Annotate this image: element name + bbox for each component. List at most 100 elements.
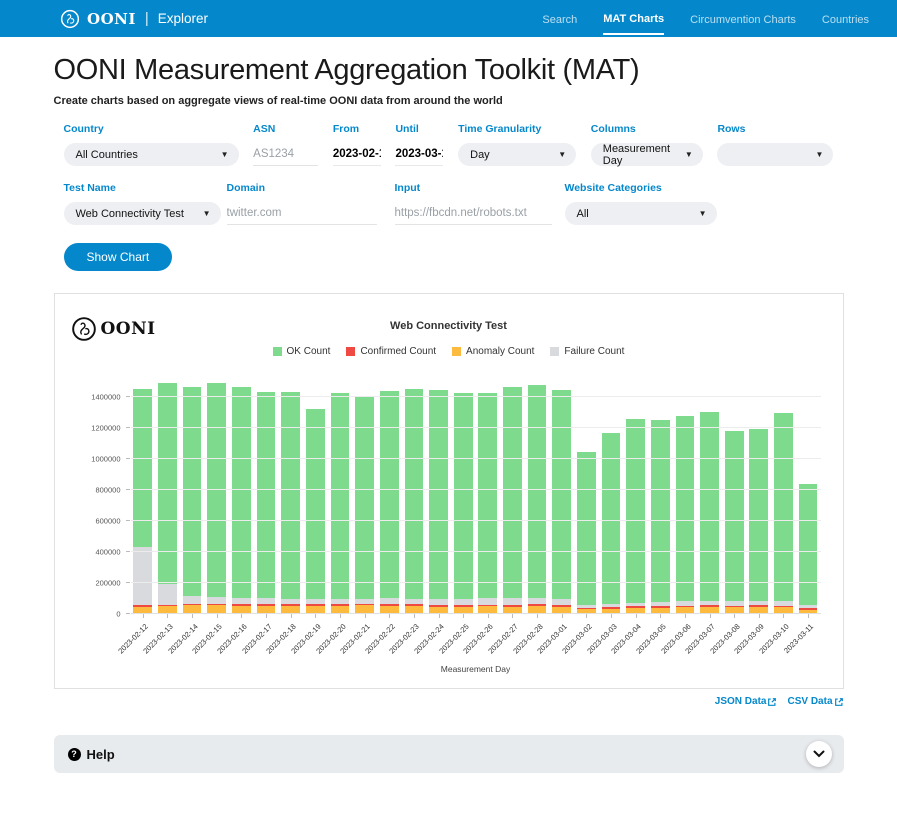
domain-input[interactable] [227, 202, 377, 225]
bar-slot: 2023-03-02 [574, 452, 599, 614]
chart-ooni-logo: OONI [71, 316, 156, 342]
stacked-bar[interactable] [405, 389, 424, 614]
bar-segment [626, 419, 645, 603]
stacked-bar[interactable] [602, 433, 621, 614]
stacked-bar[interactable] [676, 416, 695, 614]
bar-segment [306, 409, 325, 599]
stacked-bar[interactable] [700, 412, 719, 614]
plot-area: 2023-02-122023-02-132023-02-142023-02-15… [131, 381, 821, 678]
bar-segment [331, 393, 350, 598]
legend-item[interactable]: Failure Count [550, 346, 624, 357]
country-select[interactable]: All Countries ▼ [64, 143, 239, 166]
form-row-2: Test Name Web Connectivity Test ▼ Domain… [64, 182, 834, 225]
stacked-bar[interactable] [651, 420, 670, 614]
stacked-bar[interactable] [626, 419, 645, 614]
ooni-logo-icon [71, 316, 97, 342]
question-mark-icon: ? [68, 748, 81, 761]
x-tick-mark [710, 614, 711, 618]
bars-row: 2023-02-122023-02-132023-02-142023-02-15… [131, 381, 821, 614]
csv-data-link[interactable]: CSV Data [787, 696, 843, 707]
chevron-down-icon [813, 750, 825, 758]
columns-select[interactable]: Measurement Day ▼ [591, 143, 703, 166]
help-expand-button[interactable] [806, 741, 832, 767]
test-name-select[interactable]: Web Connectivity Test ▼ [64, 202, 221, 225]
bar-slot: 2023-02-19 [303, 409, 328, 614]
nav-item-circumvention-charts[interactable]: Circumvention Charts [690, 4, 796, 34]
stacked-bar[interactable] [207, 383, 226, 614]
show-chart-button[interactable]: Show Chart [64, 243, 173, 271]
stacked-bar[interactable] [799, 484, 818, 614]
bar-segment [257, 392, 276, 598]
json-data-link[interactable]: JSON Data [715, 696, 778, 707]
stacked-bar[interactable] [577, 452, 596, 614]
bar-segment [799, 484, 818, 605]
bar-segment [478, 393, 497, 598]
bar-segment [133, 389, 152, 547]
ooni-logo-icon [60, 9, 80, 29]
website-categories-label: Website Categories [565, 182, 717, 194]
legend-swatch-icon [346, 347, 355, 356]
chevron-down-icon: ▼ [685, 150, 693, 159]
form-row-1: Country All Countries ▼ ASN From Until T… [64, 123, 834, 166]
stacked-bar[interactable] [158, 383, 177, 614]
legend-item[interactable]: Anomaly Count [452, 346, 534, 357]
nav-item-mat-charts[interactable]: MAT Charts [603, 3, 664, 35]
bar-segment [281, 392, 300, 599]
x-tick-mark [414, 614, 415, 618]
brand[interactable]: OONI | Explorer [60, 9, 208, 29]
x-tick-mark [266, 614, 267, 618]
main-content: OONI Measurement Aggregation Toolkit (MA… [54, 54, 844, 773]
input-url-input[interactable] [395, 202, 552, 225]
y-tick-mark [126, 582, 130, 583]
bar-segment [725, 431, 744, 602]
stacked-bar[interactable] [281, 392, 300, 614]
stacked-bar[interactable] [380, 391, 399, 614]
stacked-bar[interactable] [232, 387, 251, 614]
bar-segment [183, 596, 202, 603]
time-granularity-select[interactable]: Day ▼ [458, 143, 576, 166]
until-date-input[interactable] [395, 143, 443, 166]
stacked-bar[interactable] [257, 392, 276, 614]
bar-segment [700, 412, 719, 600]
legend-label: Confirmed Count [360, 346, 436, 357]
brand-name: OONI [87, 10, 136, 28]
bar-segment [207, 383, 226, 597]
stacked-bar[interactable] [183, 387, 202, 614]
stacked-bar[interactable] [133, 389, 152, 614]
chevron-down-icon: ▼ [699, 209, 707, 218]
x-tick-mark [783, 614, 784, 618]
bar-segment [503, 387, 522, 598]
bar-segment [232, 598, 251, 605]
stacked-bar[interactable] [429, 390, 448, 614]
x-tick-mark [340, 614, 341, 618]
gridline [131, 551, 821, 552]
website-categories-select[interactable]: All ▼ [565, 202, 717, 225]
from-date-input[interactable] [333, 143, 381, 166]
bar-segment [405, 389, 424, 598]
x-tick-mark [611, 614, 612, 618]
stacked-bar[interactable] [306, 409, 325, 614]
legend-item[interactable]: Confirmed Count [346, 346, 436, 357]
stacked-bar[interactable] [528, 385, 547, 614]
nav-item-countries[interactable]: Countries [822, 4, 869, 34]
asn-input[interactable] [253, 143, 318, 166]
chart-legend: OK Count Confirmed Count Anomaly Count Fail… [69, 346, 829, 357]
rows-select[interactable]: ▼ [717, 143, 833, 166]
input-field: Input [395, 182, 552, 225]
x-tick-mark [241, 614, 242, 618]
json-data-label: JSON Data [715, 696, 767, 707]
bar-slot: 2023-03-01 [549, 390, 574, 614]
bar-slot: 2023-02-18 [278, 392, 303, 614]
y-tick-label: 1200000 [73, 423, 121, 432]
gridline [131, 613, 821, 614]
y-tick-mark [126, 551, 130, 552]
stacked-bar[interactable] [503, 387, 522, 614]
page-title: OONI Measurement Aggregation Toolkit (MA… [54, 54, 844, 87]
help-accordion[interactable]: ? Help [54, 735, 844, 773]
x-tick-mark [488, 614, 489, 618]
legend-item[interactable]: OK Count [273, 346, 331, 357]
stacked-bar[interactable] [552, 390, 571, 614]
nav-item-search[interactable]: Search [542, 4, 577, 34]
country-selected-value: All Countries [76, 149, 138, 161]
stacked-bar[interactable] [774, 413, 793, 614]
